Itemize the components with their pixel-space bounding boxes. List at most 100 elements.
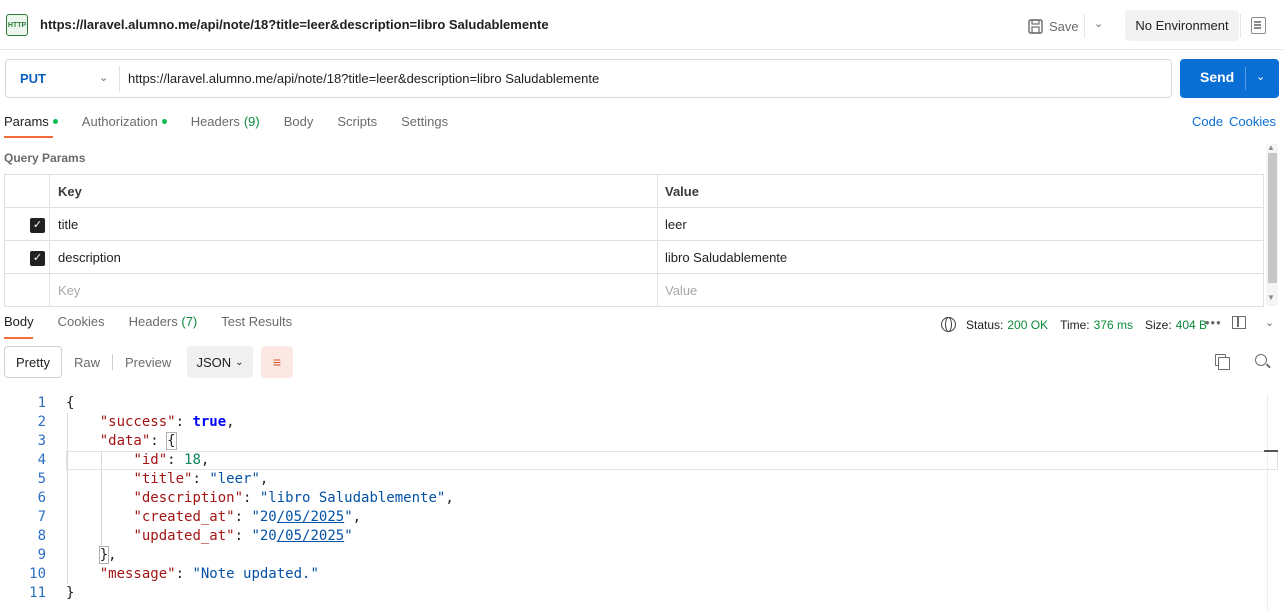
code-scrollbar[interactable]: [1267, 394, 1283, 610]
line-number: 1: [37, 395, 46, 411]
size-label: Size:: [1144, 317, 1172, 332]
table-row: ✓ title leer: [5, 208, 1263, 241]
response-tab-cookies[interactable]: Cookies: [58, 314, 105, 329]
json-string: "libro Saludablemente": [259, 490, 446, 506]
checkbox-column-header: [5, 175, 50, 207]
tab-label: Headers: [190, 114, 240, 129]
time-value[interactable]: 376 ms: [1094, 318, 1133, 332]
auth-indicator-dot: [161, 119, 167, 124]
new-key-input[interactable]: Key: [58, 283, 80, 298]
query-params-title: Query Params: [4, 151, 86, 165]
pretty-view-button[interactable]: Pretty: [4, 346, 62, 378]
search-icon[interactable]: [1255, 354, 1267, 366]
param-value[interactable]: libro Saludablemente: [665, 250, 787, 265]
json-string-link[interactable]: /05/2025: [277, 528, 344, 544]
time-label: Time:: [1060, 317, 1090, 332]
preview-view-button[interactable]: Preview: [113, 355, 183, 370]
save-icon: [1028, 18, 1043, 34]
json-key: "data": [99, 433, 151, 449]
json-string-suffix: ": [344, 509, 353, 525]
send-label: Send: [1200, 69, 1235, 85]
response-view-modes: Pretty Raw Preview: [4, 346, 183, 378]
save-button[interactable]: Save: [1028, 14, 1079, 38]
scrollbar-position-marker: [1264, 450, 1278, 452]
param-key[interactable]: description: [58, 250, 121, 265]
query-params-table: Key Value ✓ title leer ✓ description lib…: [4, 174, 1264, 307]
code-line: "id": 18,: [133, 452, 210, 468]
value-column-header: Value: [665, 184, 699, 199]
json-key: "updated_at": [133, 528, 235, 544]
divider: [1245, 67, 1246, 90]
send-options-chevron-down-icon[interactable]: ⌄: [1256, 70, 1265, 83]
divider: [1084, 14, 1085, 38]
environment-selector[interactable]: No Environment: [1125, 10, 1239, 41]
divider: [1240, 14, 1241, 38]
code-line: },: [98, 546, 117, 564]
url-input[interactable]: https://laravel.alumno.me/api/note/18?ti…: [128, 71, 599, 86]
status-value[interactable]: 200 OK: [1007, 318, 1048, 332]
tab-params[interactable]: Params: [4, 114, 58, 129]
wrap-lines-icon: ≡: [272, 354, 282, 370]
table-header-row: Key Value: [5, 175, 1263, 208]
save-options-chevron-down-icon[interactable]: ⌄: [1094, 17, 1103, 30]
format-selector[interactable]: JSON ⌄: [187, 346, 253, 378]
line-number: 7: [37, 509, 46, 525]
more-options-icon[interactable]: •••: [1205, 315, 1222, 330]
tab-body[interactable]: Body: [284, 114, 314, 129]
tab-label: Params: [4, 114, 49, 129]
method-chevron-down-icon[interactable]: ⌄: [99, 71, 108, 84]
code-line: "message": "Note updated.": [99, 566, 319, 582]
cookies-link[interactable]: Cookies: [1229, 114, 1276, 129]
response-tab-body[interactable]: Body: [4, 314, 34, 329]
word-wrap-button[interactable]: ≡: [261, 346, 293, 378]
column-divider: [657, 208, 658, 240]
json-boolean: true: [192, 414, 227, 430]
tab-scripts[interactable]: Scripts: [337, 114, 377, 129]
line-number: 10: [29, 566, 46, 582]
layout-toggle-icon[interactable]: [1232, 316, 1246, 329]
tab-headers[interactable]: Headers (9): [191, 114, 260, 129]
environment-quick-look-icon[interactable]: [1251, 17, 1266, 34]
code-line: "updated_at": "20/05/2025": [133, 528, 353, 544]
line-number: 2: [37, 414, 46, 430]
response-tab-headers[interactable]: Headers (7): [129, 314, 198, 329]
json-string-link[interactable]: /05/2025: [277, 509, 344, 525]
json-key: "message": [99, 566, 176, 582]
http-request-icon: HTTP: [6, 14, 28, 36]
tab-label: Scripts: [337, 114, 378, 129]
json-string: "Note updated.": [192, 566, 319, 582]
code-link[interactable]: Code: [1192, 114, 1223, 129]
copy-icon[interactable]: [1215, 354, 1230, 370]
params-scrollbar-thumb[interactable]: [1268, 153, 1277, 283]
param-value[interactable]: leer: [665, 217, 687, 232]
title-bar: HTTP https://laravel.alumno.me/api/note/…: [0, 0, 1283, 50]
send-button[interactable]: Send ⌄: [1180, 59, 1279, 98]
method-selector[interactable]: PUT: [20, 71, 46, 86]
request-url-bar: PUT ⌄ https://laravel.alumno.me/api/note…: [5, 59, 1172, 98]
param-key[interactable]: title: [58, 217, 78, 232]
checkbox-cell: ✓: [5, 241, 50, 273]
new-value-input[interactable]: Value: [665, 283, 697, 298]
tab-settings[interactable]: Settings: [401, 114, 448, 129]
param-checkbox[interactable]: ✓: [30, 218, 45, 233]
scroll-up-arrow-icon[interactable]: ▲: [1267, 143, 1275, 152]
response-tab-test-results[interactable]: Test Results: [221, 314, 292, 329]
table-row: ✓ description libro Saludablemente: [5, 241, 1263, 274]
response-body-code[interactable]: 1 { 2 "success": true, 3 "data": { 4 "id"…: [0, 394, 1283, 603]
param-checkbox[interactable]: ✓: [30, 251, 45, 266]
size-value[interactable]: 404 B: [1176, 318, 1207, 332]
checkbox-cell: ✓: [5, 208, 50, 240]
scroll-down-arrow-icon[interactable]: ▼: [1267, 293, 1275, 302]
line-number: 5: [37, 471, 46, 487]
brace-match: }: [98, 546, 110, 564]
json-key: "id": [133, 452, 168, 468]
raw-view-button[interactable]: Raw: [62, 355, 112, 370]
globe-icon[interactable]: [941, 317, 956, 332]
tab-authorization[interactable]: Authorization: [82, 114, 167, 129]
collapse-response-chevron-down-icon[interactable]: ⌄: [1265, 316, 1274, 329]
line-number: 3: [37, 433, 46, 449]
tab-label: Body: [283, 114, 314, 129]
code-line: "title": "leer",: [133, 471, 269, 487]
request-title[interactable]: https://laravel.alumno.me/api/note/18?ti…: [40, 17, 549, 32]
code-line: "success": true,: [99, 414, 235, 430]
